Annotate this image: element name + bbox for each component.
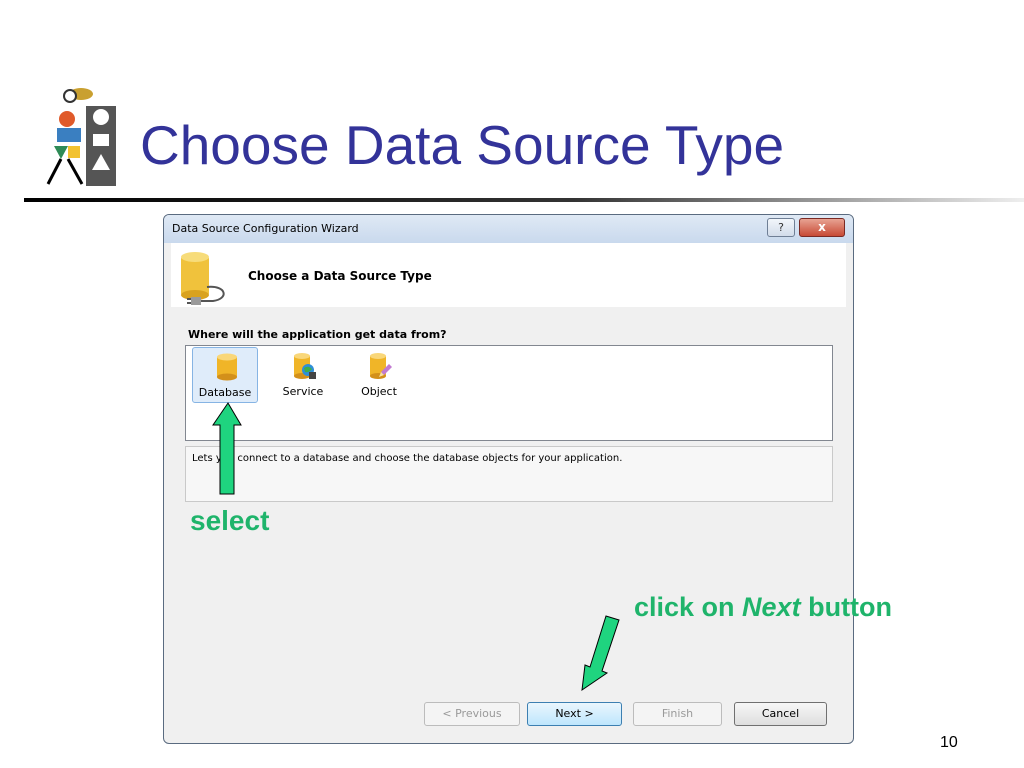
next-annotation: click on Next button [634,592,892,623]
type-option-database[interactable]: Database [192,347,258,403]
presentation-logo [46,88,116,186]
data-source-question: Where will the application get data from… [188,328,447,341]
data-source-wizard-dialog: Data Source Configuration Wizard ? x Cho… [163,214,854,744]
wizard-header-title: Choose a Data Source Type [248,269,432,283]
service-icon [294,353,316,379]
type-label-database: Database [198,386,252,399]
database-icon [217,353,237,381]
type-label-object: Object [361,385,397,398]
close-button[interactable]: x [799,218,845,237]
type-option-object[interactable]: Object [346,347,412,403]
next-annotation-suffix: button [800,592,893,622]
wizard-body: Where will the application get data from… [171,307,846,743]
next-annotation-word: Next [742,592,801,622]
next-annotation-prefix: click on [634,592,743,622]
page-number: 10 [940,734,958,751]
dialog-window-title: Data Source Configuration Wizard [172,222,359,235]
wizard-header: Choose a Data Source Type [171,243,846,308]
object-icon [370,353,392,379]
data-source-type-list: Database Service Object [185,345,833,441]
previous-button[interactable]: < Previous [424,702,520,726]
help-button[interactable]: ? [767,218,795,237]
title-underline [24,198,1024,202]
cancel-button[interactable]: Cancel [734,702,827,726]
finish-button[interactable]: Finish [633,702,722,726]
slide-title: Choose Data Source Type [140,114,785,176]
data-source-description: Lets you connect to a database and choos… [185,446,833,502]
database-plug-icon [181,252,225,305]
type-option-service[interactable]: Service [270,347,336,403]
next-button[interactable]: Next > [527,702,622,726]
select-annotation: select [190,505,270,536]
type-label-service: Service [282,385,324,398]
dialog-titlebar[interactable]: Data Source Configuration Wizard ? x [164,215,853,243]
